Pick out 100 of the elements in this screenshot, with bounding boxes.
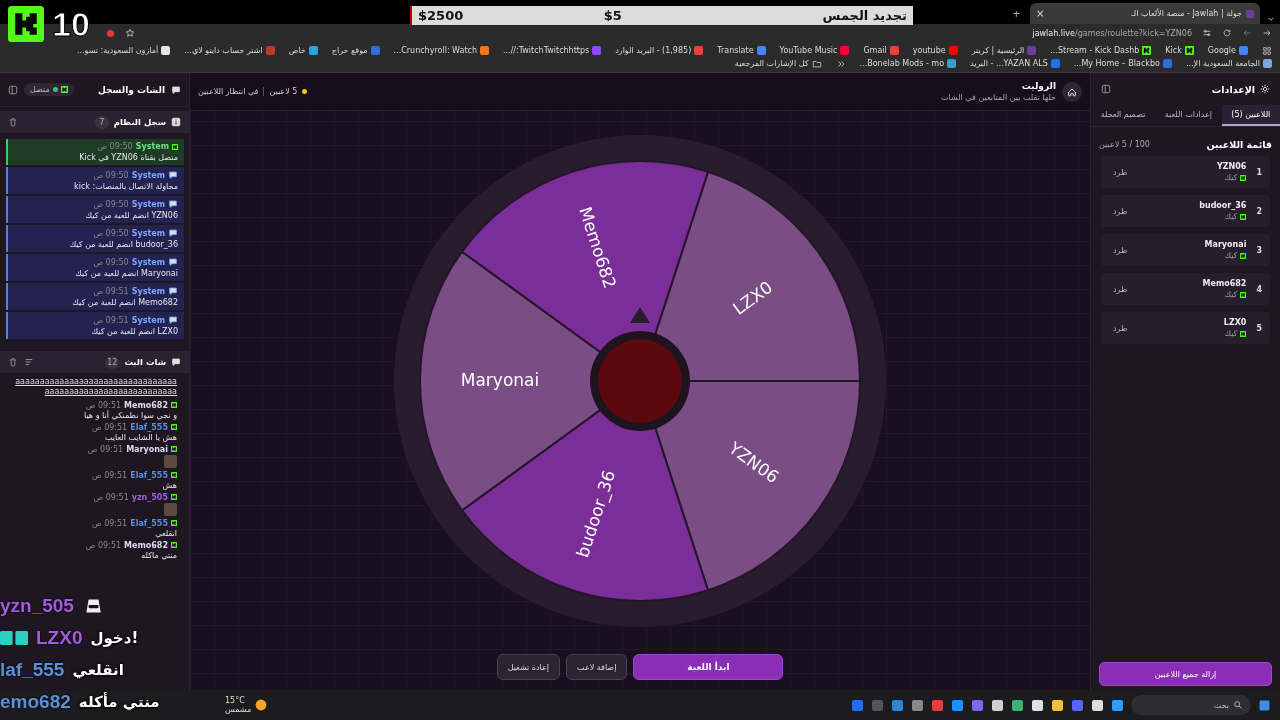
settings-tab[interactable]: إعدادات اللعبة — [1155, 105, 1222, 126]
home-icon — [1067, 86, 1077, 97]
kick-logo-icon — [171, 402, 177, 409]
collapse-panel-icon[interactable] — [1101, 84, 1111, 94]
kick-logo-icon — [172, 143, 178, 150]
player-number: 2 — [1256, 206, 1262, 216]
bookmark-link[interactable]: اشتر حساب دايتو لاي... — [184, 46, 263, 55]
chat-message: هش — [162, 480, 177, 490]
forward-arrow-icon[interactable] — [1262, 28, 1272, 38]
message-time: 09:51 ص — [85, 540, 122, 550]
kick-logo-icon — [60, 86, 68, 93]
goal-price: $5 — [603, 8, 622, 23]
sort-icon[interactable] — [24, 357, 34, 367]
players-count: 5 لاعبين — [269, 87, 298, 96]
bookmark-link[interactable]: Kick — [1165, 46, 1182, 55]
bookmark-link[interactable]: أمازون السعودية: تسو... — [76, 46, 159, 55]
action-button[interactable]: إعادة تشغيل — [496, 654, 561, 680]
kick-logo-icon — [1240, 330, 1247, 337]
bookmark-link[interactable]: (1,985) - البريد الوارد — [615, 46, 692, 55]
bookmark-link[interactable]: Bonelab Mods - mo... — [859, 59, 945, 68]
chat-message: هش يا الشايب العايب — [104, 432, 177, 442]
game-status: في انتظار اللاعبين — [198, 87, 259, 96]
taskbar-app-icon[interactable] — [1012, 699, 1023, 711]
system-icon — [168, 257, 178, 267]
player-number: 4 — [1256, 284, 1262, 294]
settings-tab[interactable]: تصميم العجلة — [1091, 105, 1156, 126]
bookmark-link[interactable]: YouTube Music — [779, 46, 838, 55]
bookmark-link[interactable]: Translate — [717, 46, 754, 55]
search-icon — [1233, 700, 1243, 710]
message-time: 09:51 ص — [85, 400, 122, 410]
emote-image — [164, 454, 177, 468]
message-time: 09:50 ص — [93, 228, 129, 238]
taskbar-app-icon[interactable] — [992, 699, 1003, 711]
log-message: Maryonai انضم للعبة من كيك — [75, 269, 178, 278]
chat-username: Memo682 — [124, 400, 168, 410]
taskbar-search-field[interactable]: بحث — [1131, 695, 1251, 715]
settings-icon — [1260, 84, 1270, 94]
action-button[interactable]: إضافة لاعب — [566, 654, 628, 680]
sun-icon — [255, 699, 268, 711]
weather-condition: مشمس — [225, 705, 252, 714]
apps-grid-icon[interactable] — [1262, 45, 1272, 56]
kick-player-button[interactable]: طرد — [1109, 321, 1132, 335]
site-settings-icon[interactable] — [1202, 28, 1212, 38]
taskbar-app-icon[interactable] — [1112, 699, 1123, 711]
kick-logo-icon — [171, 520, 177, 527]
kick-player-button[interactable]: طرد — [1109, 282, 1132, 296]
kick-logo-icon — [1240, 252, 1247, 259]
segment-label: Maryonai — [460, 369, 540, 390]
message-time: 09:50 ص — [93, 170, 129, 180]
remove-all-players-button[interactable]: إزالة جميع اللاعبين — [1099, 662, 1272, 686]
overlay-username: emo682 — [0, 691, 71, 713]
address-bar-url[interactable]: jawlah.live/games/roulette?kick=YZN06 — [1032, 28, 1192, 38]
bookmark-link[interactable]: كل الإشارات المرجعية — [734, 59, 809, 68]
extension-icon[interactable] — [106, 28, 115, 38]
start-menu-icon[interactable] — [1259, 699, 1270, 711]
home-button[interactable] — [1062, 81, 1082, 102]
bookmark-link[interactable]: YAZAN ALS... - البريد — [970, 59, 1048, 68]
taskbar-app-icon[interactable] — [952, 699, 963, 711]
bookmark-link[interactable]: Crunchyroll: Watch... — [393, 46, 478, 55]
kick-logo-icon — [171, 494, 177, 501]
sender-name: System — [131, 228, 165, 238]
panel-title: الإعدادات — [1211, 83, 1255, 95]
trash-icon[interactable] — [8, 117, 18, 127]
bookmark-link[interactable]: TwitchTwitchhttps://... — [503, 46, 590, 55]
bookmark-star-icon[interactable] — [125, 28, 135, 38]
folder-icon — [811, 58, 822, 69]
system-icon — [168, 170, 178, 180]
new-tab-button[interactable]: + — [1008, 6, 1024, 21]
kick-player-button[interactable]: طرد — [1109, 204, 1132, 218]
taskbar-app-icon[interactable] — [1052, 699, 1063, 711]
kick-player-button[interactable]: طرد — [1109, 165, 1132, 179]
counter-text: 10 — [52, 7, 90, 41]
chevron-icon[interactable] — [835, 58, 846, 69]
bookmark-link[interactable]: youtube — [912, 46, 946, 55]
bookmark-link[interactable]: خاص — [288, 46, 306, 55]
trash-icon[interactable] — [8, 357, 18, 367]
bookmark-link[interactable]: الرئيسية | كريتر — [971, 46, 1025, 55]
settings-tab[interactable]: اللاعبين (5) — [1221, 105, 1280, 126]
bookmark-link[interactable]: موقع حراج — [331, 46, 368, 55]
player-name: budoor_36 — [1199, 201, 1247, 210]
log-message: متصل بقناة YZN06 في Kick — [79, 153, 178, 162]
page-subtitle: خلها تقلب بين المتابعين في الشات — [941, 93, 1056, 102]
taskbar-app-icon[interactable] — [1092, 699, 1103, 711]
bookmark-link[interactable]: Google — [1207, 46, 1236, 55]
bookmark-link[interactable]: Stream - Kick Dashb... — [1050, 46, 1140, 55]
browser-tab[interactable]: جولة | Jawlah - منصة الألعاب الـ × — [1030, 3, 1260, 24]
collapse-panel-icon[interactable] — [8, 84, 18, 95]
reload-icon[interactable] — [1222, 28, 1232, 38]
tab-close-button[interactable]: × — [1036, 8, 1045, 19]
start-game-button[interactable]: ابدأ اللعبة — [633, 654, 784, 680]
info-icon — [171, 117, 181, 127]
back-arrow-icon[interactable] — [1242, 28, 1252, 38]
kick-player-button[interactable]: طرد — [1109, 243, 1132, 257]
sender-name: System — [131, 286, 165, 296]
taskbar-app-icon[interactable] — [1032, 699, 1043, 711]
bookmark-link[interactable]: My Home – Blackbo... — [1073, 59, 1160, 68]
bookmark-link[interactable]: Gmail — [863, 46, 887, 55]
kick-logo-icon — [171, 446, 177, 453]
bookmark-link[interactable]: الجامعة السعودية الإ... — [1185, 59, 1260, 68]
platform-label: كيك — [1224, 212, 1238, 221]
